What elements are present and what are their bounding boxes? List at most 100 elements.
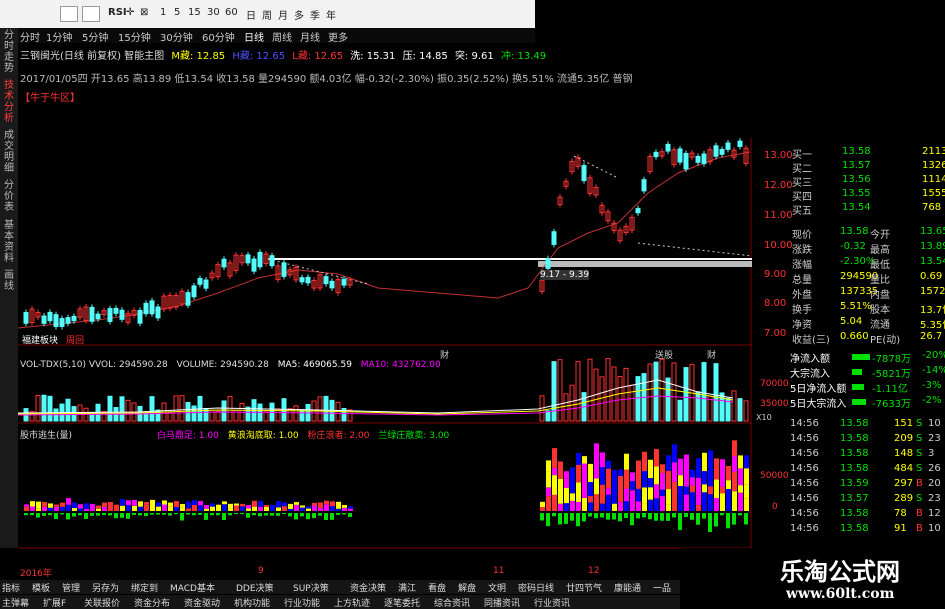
indicator-tab[interactable]: 绑定到	[131, 581, 158, 594]
indicator-tab[interactable]: MACD基本	[170, 581, 215, 594]
bar-info: 2017/01/05四 开13.65 高13.89 低13.54 收13.58 …	[20, 74, 633, 85]
indicator-bar	[174, 501, 179, 508]
indicator-bar	[330, 501, 335, 507]
volume-bar	[743, 400, 749, 422]
info-tab[interactable]: 机构功能	[234, 596, 270, 609]
indicator-bar	[702, 484, 707, 493]
period-timeshare[interactable]: 分时	[20, 29, 40, 44]
indicator-neg-bar	[216, 513, 220, 516]
indicator-bar	[624, 453, 629, 470]
period-5m[interactable]: 5分钟	[82, 29, 108, 44]
indicator-tab[interactable]: 密码日线	[518, 581, 554, 594]
toolbar-btn-year[interactable]: 年	[326, 7, 336, 22]
draw-tool-icon[interactable]	[60, 6, 78, 22]
period-more[interactable]: 更多	[328, 29, 348, 44]
line-tool-icon[interactable]	[82, 6, 100, 22]
period-day[interactable]: 日线	[244, 29, 264, 44]
indicator-tab[interactable]: 另存为	[92, 581, 119, 594]
info-tab[interactable]: 综合资讯	[434, 596, 470, 609]
toolbar-btn-day[interactable]: 日	[246, 7, 256, 22]
indicator-tab[interactable]: 指标	[2, 581, 20, 594]
indicator-bar	[624, 469, 629, 489]
info-tab[interactable]: 主弹幕	[2, 596, 29, 609]
indicator-bar	[324, 504, 329, 511]
toolbar-btn-multi[interactable]: 多	[294, 7, 304, 22]
stat-label: 总量	[792, 275, 812, 286]
toolbar-btn-15[interactable]: 15	[188, 7, 201, 18]
indicator-tab[interactable]: 看盘	[428, 581, 446, 594]
volume-bar	[551, 361, 557, 422]
indicator-bar	[588, 463, 593, 482]
zoom-icon[interactable]: ⊠	[140, 7, 148, 18]
toolbar-btn-1[interactable]: 1	[160, 7, 166, 18]
info-tab[interactable]: 资金驱动	[184, 596, 220, 609]
info-tab[interactable]: 资金分布	[134, 596, 170, 609]
indicator-tab[interactable]: 文明	[488, 581, 506, 594]
indicator-tab[interactable]: DDE决策	[236, 581, 274, 594]
book-price: 13.56	[842, 174, 871, 185]
flow-label: 5日净流入额	[790, 384, 847, 395]
ind-param-2: 黄浪淘底取: 1.00	[227, 431, 299, 441]
period-60m[interactable]: 60分钟	[202, 29, 235, 44]
toolbar-btn-30[interactable]: 30	[207, 7, 220, 18]
indicator-tab[interactable]: 康能通	[614, 581, 641, 594]
volume-bar	[41, 394, 47, 422]
info-tab[interactable]: 行业资讯	[534, 596, 570, 609]
indicator-bar	[306, 506, 311, 509]
indicator-tab[interactable]: 管理	[62, 581, 80, 594]
period-1m[interactable]: 1分钟	[46, 29, 72, 44]
indicator-neg-bar	[192, 513, 196, 516]
indicator-tab[interactable]: 资金决策	[350, 581, 386, 594]
indicator-bar	[570, 493, 575, 501]
info-tab[interactable]: 上方轨迹	[334, 596, 370, 609]
indicator-neg-bar	[24, 513, 28, 516]
tick-vol: 151	[894, 418, 914, 429]
indicator-tab[interactable]: SUP决策	[293, 581, 329, 594]
indicator-tab[interactable]: 模板	[32, 581, 50, 594]
indicator-bar	[348, 508, 353, 511]
indicator-tab[interactable]: 廿四节气	[566, 581, 602, 594]
nav-tab-draw[interactable]: 画线	[4, 270, 15, 292]
indicator-neg-bar	[654, 513, 658, 521]
info-tab[interactable]: 逐笔委托	[384, 596, 420, 609]
cross-icon[interactable]: ✛	[126, 7, 134, 18]
info-tab[interactable]: 同播资讯	[484, 596, 520, 609]
watermark-url: www.60lt.com	[786, 586, 895, 602]
period-week[interactable]: 周线	[272, 29, 292, 44]
flow-bar	[852, 369, 862, 375]
nav-tab-technical[interactable]: 技术分析	[4, 80, 15, 124]
nav-tab-pricetable[interactable]: 分价表	[4, 180, 15, 213]
indicator-neg-bar	[324, 513, 328, 520]
indicator-bar	[54, 506, 59, 511]
nav-tab-timeshare[interactable]: 分时走势	[4, 30, 15, 74]
period-15m[interactable]: 15分钟	[118, 29, 151, 44]
indicator-neg-bar	[252, 513, 256, 516]
toolbar-btn-quarter[interactable]: 季	[310, 7, 320, 22]
info-tab[interactable]: 行业功能	[284, 596, 320, 609]
toolbar-btn-month[interactable]: 月	[278, 7, 288, 22]
toolbar-btn-5[interactable]: 5	[174, 7, 180, 18]
indicator-bar	[714, 479, 719, 498]
nav-tab-trades[interactable]: 成交明细	[4, 130, 15, 174]
indicator-tab[interactable]: 满江	[398, 581, 416, 594]
indicator-bar	[576, 464, 581, 483]
kline-chart[interactable]	[18, 138, 752, 580]
info-tab[interactable]: 关联报价	[84, 596, 120, 609]
info-tab[interactable]: 扩展F	[43, 596, 66, 609]
indicator-bar	[318, 502, 323, 508]
toolbar-btn-60[interactable]: 60	[225, 7, 238, 18]
nav-tab-profile[interactable]: 基本资料	[4, 220, 15, 264]
stat-label-2: 股本	[870, 305, 890, 316]
rsi-button[interactable]: RSI	[108, 7, 127, 18]
indicator-bar	[726, 480, 731, 489]
period-month[interactable]: 月线	[300, 29, 320, 44]
toolbar-btn-week[interactable]: 周	[262, 7, 272, 22]
indicator-bar	[546, 460, 551, 472]
volume-bar	[245, 406, 251, 422]
volume-bar	[569, 384, 575, 422]
indicator-tab[interactable]: 一品	[653, 581, 671, 594]
indicator-bar	[654, 466, 659, 485]
period-30m[interactable]: 30分钟	[160, 29, 193, 44]
indicator-neg-bar	[180, 513, 184, 521]
indicator-tab[interactable]: 解盘	[458, 581, 476, 594]
